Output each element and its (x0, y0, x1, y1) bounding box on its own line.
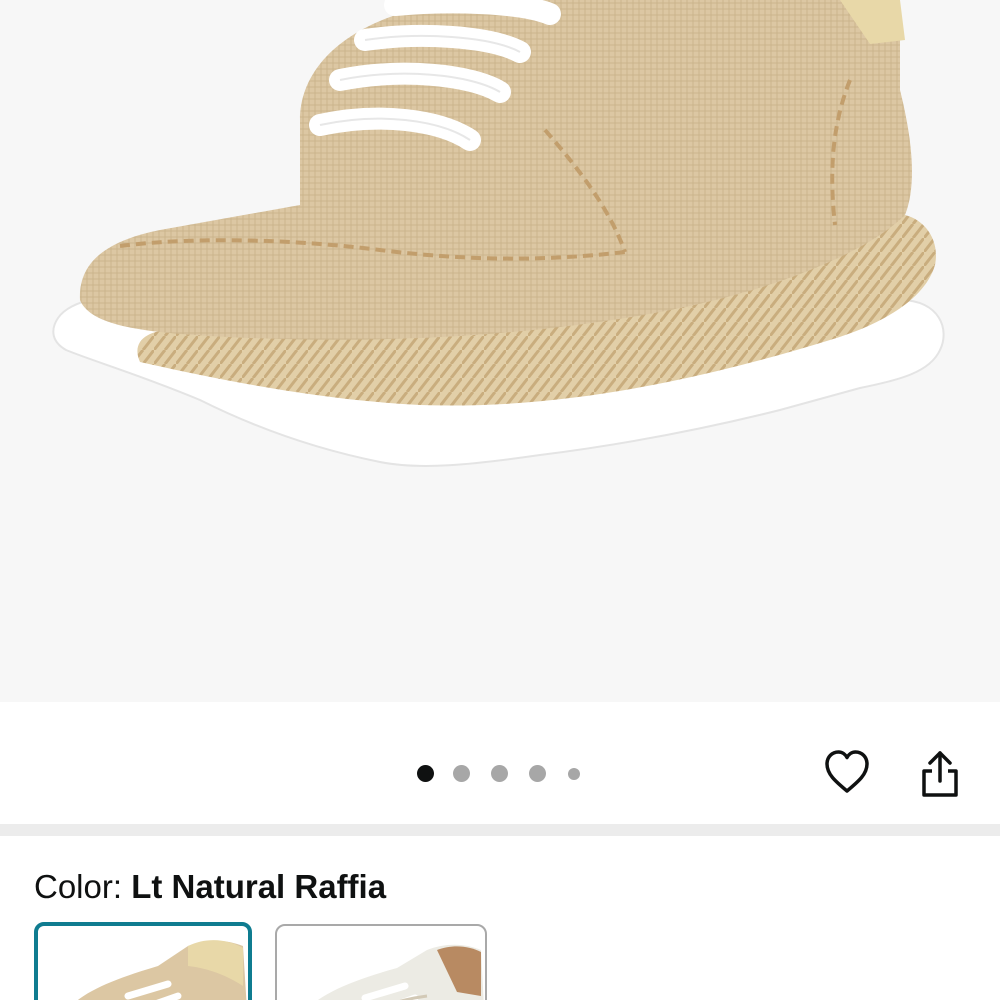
color-swatch-option[interactable] (275, 924, 487, 1000)
heart-outline-icon (825, 750, 869, 793)
pager-dot-2[interactable] (453, 765, 470, 782)
color-selection-label: Color: Lt Natural Raffia (34, 866, 386, 908)
color-swatch-selected[interactable] (34, 922, 252, 1000)
pager-dot-5[interactable] (568, 768, 580, 780)
pager-dot-4[interactable] (529, 765, 546, 782)
share-icon (922, 751, 958, 797)
pager-dot-1[interactable] (417, 765, 434, 782)
product-image[interactable] (0, 0, 1000, 702)
section-divider (0, 824, 1000, 836)
share-button[interactable] (914, 748, 966, 800)
color-label: Color: (34, 868, 132, 905)
swatch-sneaker-natural (77, 940, 247, 1000)
pager-dot-3[interactable] (491, 765, 508, 782)
color-value: Lt Natural Raffia (131, 868, 387, 905)
swatch-sneaker-white (318, 944, 484, 1000)
wishlist-button[interactable] (820, 746, 874, 798)
sneaker-illustration (52, 0, 945, 467)
